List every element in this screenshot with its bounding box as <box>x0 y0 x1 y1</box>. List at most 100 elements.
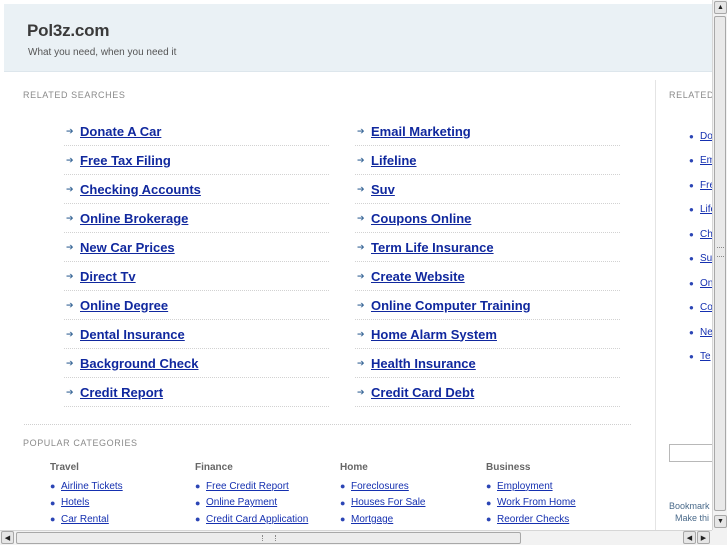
category-item[interactable]: ● Credit Card Application <box>195 511 335 528</box>
related-search-link[interactable]: Checking Accounts <box>80 182 201 197</box>
sidebar-related-item[interactable]: ● Su <box>689 247 712 272</box>
category-link[interactable]: Hotels <box>61 497 89 508</box>
related-search-link[interactable]: Online Brokerage <box>80 211 188 226</box>
bullet-icon: ● <box>689 327 694 337</box>
related-search-item[interactable]: ➔ Online Brokerage <box>64 204 329 233</box>
vertical-scrollbar[interactable]: ▲ ▼ <box>712 0 727 530</box>
related-search-item[interactable]: ➔ Dental Insurance <box>64 320 329 349</box>
bullet-icon: ● <box>689 205 694 215</box>
related-search-item[interactable]: ➔ Email Marketing <box>355 117 620 146</box>
category-item[interactable]: ● Houses For Sale <box>340 495 480 512</box>
sidebar-related-item[interactable]: ● Em <box>689 149 712 174</box>
horizontal-scroll-thumb[interactable] <box>16 532 521 544</box>
right-arrow-icon: ➔ <box>66 328 74 339</box>
bookmark-link[interactable]: Bookmark <box>669 500 710 512</box>
sidebar-related-item[interactable]: ● Co <box>689 296 712 321</box>
related-search-item[interactable]: ➔ Online Computer Training <box>355 291 620 320</box>
related-search-link[interactable]: New Car Prices <box>80 240 175 255</box>
related-search-item[interactable]: ➔ Create Website <box>355 262 620 291</box>
category-link[interactable]: Employment <box>497 481 553 492</box>
related-search-item[interactable]: ➔ Suv <box>355 175 620 204</box>
category-link[interactable]: Airline Tickets <box>61 481 123 492</box>
scroll-left-icon[interactable]: ◀ <box>1 531 14 544</box>
scroll-left-icon[interactable]: ◀ <box>683 531 696 544</box>
related-search-link[interactable]: Donate A Car <box>80 124 161 139</box>
related-search-item[interactable]: ➔ Lifeline <box>355 146 620 175</box>
sidebar-related-item[interactable]: ● Fre <box>689 173 712 198</box>
sidebar-related-link[interactable]: Em <box>700 155 712 166</box>
sidebar-related-item[interactable]: ● Do <box>689 124 712 149</box>
category-link[interactable]: Work From Home <box>497 497 576 508</box>
sidebar-related-link[interactable]: Co <box>700 302 712 313</box>
related-search-item[interactable]: ➔ Credit Report <box>64 378 329 407</box>
related-search-link[interactable]: Term Life Insurance <box>371 240 494 255</box>
related-search-link[interactable]: Direct Tv <box>80 269 136 284</box>
related-search-link[interactable]: Background Check <box>80 356 198 371</box>
related-search-item[interactable]: ➔ Coupons Online <box>355 204 620 233</box>
category-item[interactable]: ● Employment <box>486 478 626 495</box>
sidebar-related-link[interactable]: Do <box>700 131 712 142</box>
category-link[interactable]: Credit Card Application <box>206 514 308 525</box>
category-link[interactable]: Mortgage <box>351 514 393 525</box>
category-link[interactable]: Foreclosures <box>351 481 409 492</box>
related-search-item[interactable]: ➔ Credit Card Debt <box>355 378 620 407</box>
related-search-item[interactable]: ➔ Online Degree <box>64 291 329 320</box>
sidebar-related-link[interactable]: Fre <box>700 180 712 191</box>
vertical-scroll-thumb[interactable] <box>714 16 726 511</box>
related-search-link[interactable]: Dental Insurance <box>80 327 185 342</box>
related-search-item[interactable]: ➔ Background Check <box>64 349 329 378</box>
related-search-link[interactable]: Online Computer Training <box>371 298 531 313</box>
related-search-link[interactable]: Suv <box>371 182 395 197</box>
make-homepage-link[interactable]: Make thi <box>669 512 710 524</box>
related-search-link[interactable]: Online Degree <box>80 298 168 313</box>
sidebar-related-link[interactable]: Te <box>700 351 711 362</box>
category-link[interactable]: Car Rental <box>61 514 109 525</box>
related-search-item[interactable]: ➔ Term Life Insurance <box>355 233 620 262</box>
related-search-link[interactable]: Credit Report <box>80 385 163 400</box>
sidebar-related-item[interactable]: ● Ne <box>689 320 712 345</box>
category-item[interactable]: ● Car Rental <box>50 511 190 528</box>
sidebar-related-link[interactable]: Ne <box>700 327 712 338</box>
category-link[interactable]: Houses For Sale <box>351 497 425 508</box>
scroll-down-icon[interactable]: ▼ <box>714 515 727 528</box>
related-search-link[interactable]: Free Tax Filing <box>80 153 171 168</box>
horizontal-scrollbar[interactable]: ◀ ◀ ▶ <box>0 530 712 545</box>
category-link[interactable]: Online Payment <box>206 497 277 508</box>
related-search-item[interactable]: ➔ Home Alarm System <box>355 320 620 349</box>
related-search-item[interactable]: ➔ Direct Tv <box>64 262 329 291</box>
related-search-item[interactable]: ➔ New Car Prices <box>64 233 329 262</box>
sidebar-related-item[interactable]: ● Life <box>689 198 712 223</box>
scroll-up-icon[interactable]: ▲ <box>714 1 727 14</box>
related-search-item[interactable]: ➔ Donate A Car <box>64 117 329 146</box>
sidebar-related-link[interactable]: Ch <box>700 229 712 240</box>
category-item[interactable]: ● Free Credit Report <box>195 478 335 495</box>
sidebar-related-link[interactable]: Life <box>700 204 712 215</box>
site-title[interactable]: Pol3z.com <box>27 21 109 41</box>
scroll-right-icon[interactable]: ▶ <box>697 531 710 544</box>
related-search-link[interactable]: Email Marketing <box>371 124 471 139</box>
sidebar-related-item[interactable]: ● Te <box>689 345 712 370</box>
sidebar-related-item[interactable]: ● On <box>689 271 712 296</box>
category-item[interactable]: ● Work From Home <box>486 495 626 512</box>
related-search-link[interactable]: Home Alarm System <box>371 327 497 342</box>
category-item[interactable]: ● Online Payment <box>195 495 335 512</box>
related-search-link[interactable]: Lifeline <box>371 153 417 168</box>
category-link[interactable]: Reorder Checks <box>497 514 569 525</box>
sidebar-related-link[interactable]: On <box>700 278 712 289</box>
related-search-link[interactable]: Create Website <box>371 269 465 284</box>
category-item[interactable]: ● Mortgage <box>340 511 480 528</box>
related-search-link[interactable]: Health Insurance <box>371 356 476 371</box>
category-link[interactable]: Free Credit Report <box>206 481 289 492</box>
category-item[interactable]: ● Hotels <box>50 495 190 512</box>
sidebar-related-item[interactable]: ● Ch <box>689 222 712 247</box>
sidebar-search-input[interactable] <box>669 444 712 462</box>
category-item[interactable]: ● Reorder Checks <box>486 511 626 528</box>
category-item[interactable]: ● Airline Tickets <box>50 478 190 495</box>
category-item[interactable]: ● Foreclosures <box>340 478 480 495</box>
sidebar-related-link[interactable]: Su <box>700 253 712 264</box>
related-search-link[interactable]: Credit Card Debt <box>371 385 474 400</box>
related-search-item[interactable]: ➔ Checking Accounts <box>64 175 329 204</box>
related-search-item[interactable]: ➔ Health Insurance <box>355 349 620 378</box>
related-search-item[interactable]: ➔ Free Tax Filing <box>64 146 329 175</box>
related-search-link[interactable]: Coupons Online <box>371 211 471 226</box>
